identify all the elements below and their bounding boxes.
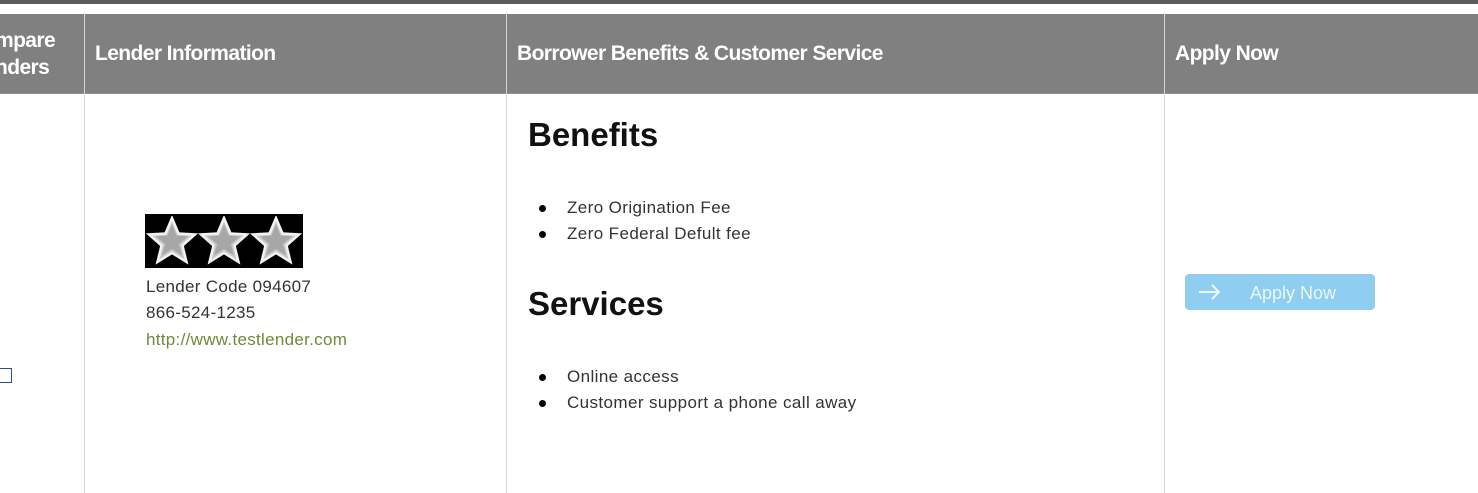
- rating-stars: [145, 214, 303, 268]
- header-compare-line1: mpare: [0, 29, 56, 52]
- lender-comparison-table: mpare nders Lender Information Borrower …: [0, 14, 1478, 493]
- apply-cell: Apply Now: [1164, 94, 1478, 493]
- services-list: Online access Customer support a phone c…: [538, 364, 857, 416]
- apply-now-label: Apply Now: [1250, 283, 1337, 303]
- list-item-text: Zero Origination Fee: [567, 198, 731, 217]
- star-icon: [146, 216, 198, 265]
- lender-info-cell: Lender Code 094607 866-524-1235 http://w…: [84, 94, 506, 493]
- list-item: Customer support a phone call away: [538, 390, 857, 416]
- lender-website-link[interactable]: http://www.testlender.com: [146, 330, 347, 350]
- list-item-text: Zero Federal Defult fee: [567, 224, 752, 243]
- services-title: Services: [528, 285, 664, 322]
- list-item: Online access: [538, 364, 857, 390]
- top-border: [0, 0, 1478, 14]
- header-borrower-benefits: Borrower Benefits & Customer Service: [517, 42, 883, 65]
- bullet-icon: [539, 400, 546, 407]
- header-lender-information: Lender Information: [95, 42, 276, 65]
- benefits-list: Zero Origination Fee Zero Federal Defult…: [538, 195, 751, 247]
- header-apply-now: Apply Now: [1175, 42, 1279, 65]
- compare-checkbox[interactable]: [0, 368, 12, 383]
- bullet-icon: [539, 374, 546, 381]
- arrow-right-icon: [1199, 284, 1221, 300]
- table-header: mpare nders Lender Information Borrower …: [0, 14, 1478, 94]
- header-compare-lenders: mpare nders: [0, 14, 84, 94]
- list-item-text: Customer support a phone call away: [567, 393, 857, 412]
- header-compare-line2: nders: [0, 56, 50, 79]
- bullet-icon: [539, 231, 546, 238]
- star-icon: [198, 216, 250, 265]
- compare-cell: [0, 94, 84, 493]
- list-item: Zero Federal Defult fee: [538, 221, 751, 247]
- bullet-icon: [539, 205, 546, 212]
- list-item: Zero Origination Fee: [538, 195, 751, 221]
- lender-code: Lender Code 094607: [146, 277, 312, 296]
- list-item-text: Online access: [567, 367, 679, 386]
- benefits-cell: Benefits Zero Origination Fee Zero Feder…: [506, 94, 1164, 493]
- star-icon: [250, 216, 302, 265]
- apply-now-button[interactable]: Apply Now: [1185, 274, 1375, 310]
- lender-phone: 866-524-1235: [146, 303, 256, 322]
- benefits-title: Benefits: [528, 116, 659, 153]
